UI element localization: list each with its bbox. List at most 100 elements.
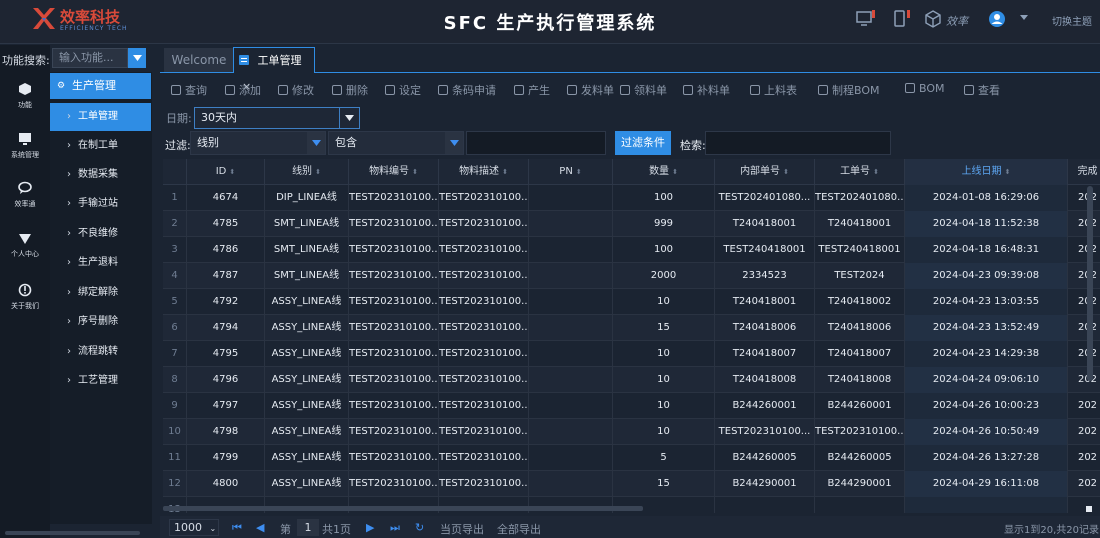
column-header[interactable]: ID ⬍	[187, 159, 265, 185]
chevron-down-icon[interactable]	[1020, 15, 1028, 21]
menu-item[interactable]: › 工艺管理	[50, 367, 151, 395]
toolbar-button[interactable]: 查看	[964, 82, 1000, 98]
menu-item[interactable]: › 在制工单	[50, 132, 151, 160]
user-name[interactable]: 效率	[946, 13, 968, 29]
filter-conditions-button[interactable]: 过滤条件	[615, 131, 671, 155]
toolbar-button[interactable]: 发料单	[567, 82, 614, 98]
table-cell: TEST202401080...	[815, 185, 905, 211]
menu-item[interactable]: › 不良维修	[50, 220, 151, 248]
toolbar-button[interactable]: 添加	[225, 82, 261, 98]
column-header[interactable]: 完成	[1068, 159, 1100, 185]
table-row[interactable]: 7 4795 ASSY_LINEA线 TEST202310100... TEST2023…	[163, 341, 1100, 367]
column-header[interactable]: 上线日期 ⬍	[905, 159, 1068, 185]
column-header[interactable]: 物料描述 ⬍	[439, 159, 529, 185]
sort-icon[interactable]: ⬍	[1005, 168, 1011, 176]
filter-operator-select[interactable]: 包含	[328, 131, 464, 155]
search-dropdown-button[interactable]	[128, 48, 146, 68]
export-page-button[interactable]: 当页导出	[440, 521, 484, 537]
table-row[interactable]: 6 4794 ASSY_LINEA线 TEST202310100... TEST2023…	[163, 315, 1100, 341]
page-label: 第	[280, 523, 291, 536]
table-row[interactable]: 8 4796 ASSY_LINEA线 TEST202310100... TEST2023…	[163, 367, 1100, 393]
column-header[interactable]: 工单号 ⬍	[815, 159, 905, 185]
page-number-input[interactable]: 1	[297, 519, 319, 536]
first-page-icon[interactable]: ⏮	[232, 521, 242, 535]
cube-icon[interactable]	[924, 10, 942, 28]
toolbar-button[interactable]: 查询	[171, 82, 207, 98]
toolbar-button[interactable]: 领料单	[620, 82, 667, 98]
toolbar-button[interactable]: 删除	[332, 82, 368, 98]
column-header[interactable]: 内部单号 ⬍	[715, 159, 815, 185]
toolbar-button[interactable]: BOM	[905, 82, 945, 95]
rail-item-personal[interactable]: 个人中心	[0, 233, 50, 259]
tab-work-orders[interactable]: 工单管理 ×	[233, 47, 315, 93]
column-header-label: 数量	[649, 166, 670, 177]
monitor-alert-icon[interactable]	[856, 10, 876, 28]
last-page-icon[interactable]: ⏭	[390, 521, 400, 535]
horizontal-scrollbar[interactable]	[163, 506, 643, 511]
chevron-right-icon: ›	[67, 287, 71, 298]
sort-icon[interactable]: ⬍	[315, 168, 321, 176]
rail-item-functions[interactable]: 功能	[0, 82, 50, 110]
search-input[interactable]: 输入功能...	[52, 48, 128, 68]
refresh-icon[interactable]: ↻	[415, 521, 424, 534]
sort-icon[interactable]: ⬍	[502, 168, 508, 176]
table-cell: T240418007	[815, 341, 905, 367]
avatar-icon[interactable]	[988, 10, 1006, 28]
tab-welcome[interactable]: Welcome	[164, 48, 234, 72]
column-header[interactable]: 线别 ⬍	[265, 159, 349, 185]
phone-alert-icon[interactable]	[893, 10, 913, 28]
prev-page-icon[interactable]: ◀	[256, 521, 264, 534]
table-cell: TEST202310100...	[439, 367, 529, 393]
table-row[interactable]: 10 4798 ASSY_LINEA线 TEST202310100... TEST202…	[163, 419, 1100, 445]
table-row[interactable]: 2 4785 SMT_LINEA线 TEST202310100... TEST20231…	[163, 211, 1100, 237]
menu-item[interactable]: › 流程跳转	[50, 338, 151, 366]
table-cell: B244260005	[715, 445, 815, 471]
toolbar-button[interactable]: 制程BOM	[818, 82, 880, 98]
menu-item[interactable]: › 工单管理	[50, 103, 151, 131]
table-search-input[interactable]	[705, 131, 891, 155]
column-header[interactable]: 物料编号 ⬍	[349, 159, 439, 185]
rail-item-system[interactable]: 系统管理	[0, 132, 50, 160]
export-all-button[interactable]: 全部导出	[497, 521, 541, 537]
toolbar-button[interactable]: 修改	[278, 82, 314, 98]
switch-theme-button[interactable]: 切换主题	[1052, 13, 1092, 28]
table-row[interactable]: 9 4797 ASSY_LINEA线 TEST202310100... TEST2023…	[163, 393, 1100, 419]
date-range-select[interactable]: 30天内	[194, 107, 360, 129]
toolbar-button[interactable]: 设定	[385, 82, 421, 98]
column-header[interactable]: PN ⬍	[529, 159, 613, 185]
menu-scrollbar[interactable]	[5, 531, 140, 535]
sort-icon[interactable]: ⬍	[783, 168, 789, 176]
rail-item-chat[interactable]: 效率通	[0, 181, 50, 209]
sort-icon[interactable]: ⬍	[229, 168, 235, 176]
vertical-scrollbar[interactable]	[1087, 186, 1093, 381]
sort-icon[interactable]: ⬍	[873, 168, 879, 176]
table-row[interactable]: 3 4786 SMT_LINEA线 TEST202310100... TEST20231…	[163, 237, 1100, 263]
menu-item[interactable]: › 生产退料	[50, 249, 151, 277]
table-cell: T240418002	[815, 289, 905, 315]
rail-item-about[interactable]: 关于我们	[0, 283, 50, 311]
menu-item[interactable]: › 序号删除	[50, 308, 151, 336]
next-page-icon[interactable]: ▶	[366, 521, 374, 534]
toolbar-button[interactable]: 补料单	[683, 82, 730, 98]
table-cell	[529, 445, 613, 471]
table-cell: 15	[613, 315, 715, 341]
sort-icon[interactable]: ⬍	[672, 168, 678, 176]
filter-value-input[interactable]	[466, 131, 606, 155]
page-size-select[interactable]: 1000 ⌄	[169, 519, 219, 536]
menu-item[interactable]: › 数据采集	[50, 161, 151, 189]
filter-field-select[interactable]: 线别	[190, 131, 326, 155]
table-row[interactable]: 5 4792 ASSY_LINEA线 TEST202310100... TEST2023…	[163, 289, 1100, 315]
table-row[interactable]: 4 4787 SMT_LINEA线 TEST202310100... TEST20231…	[163, 263, 1100, 289]
menu-group-production[interactable]: ⚙ 生产管理	[50, 73, 151, 99]
menu-item[interactable]: › 手输过站	[50, 190, 151, 218]
toolbar-button[interactable]: 上料表	[750, 82, 797, 98]
toolbar-button[interactable]: 条码申请	[438, 82, 496, 98]
menu-item[interactable]: › 绑定解除	[50, 279, 151, 307]
table-row[interactable]: 1 4674 DIP_LINEA线 TEST202310100... TEST20231…	[163, 185, 1100, 211]
column-header[interactable]: 数量 ⬍	[613, 159, 715, 185]
table-row[interactable]: 11 4799 ASSY_LINEA线 TEST202310100... TEST202…	[163, 445, 1100, 471]
sort-icon[interactable]: ⬍	[576, 168, 582, 176]
toolbar-button[interactable]: 产生	[514, 82, 550, 98]
table-row[interactable]: 12 4800 ASSY_LINEA线 TEST202310100... TEST202…	[163, 471, 1100, 497]
sort-icon[interactable]: ⬍	[412, 168, 418, 176]
